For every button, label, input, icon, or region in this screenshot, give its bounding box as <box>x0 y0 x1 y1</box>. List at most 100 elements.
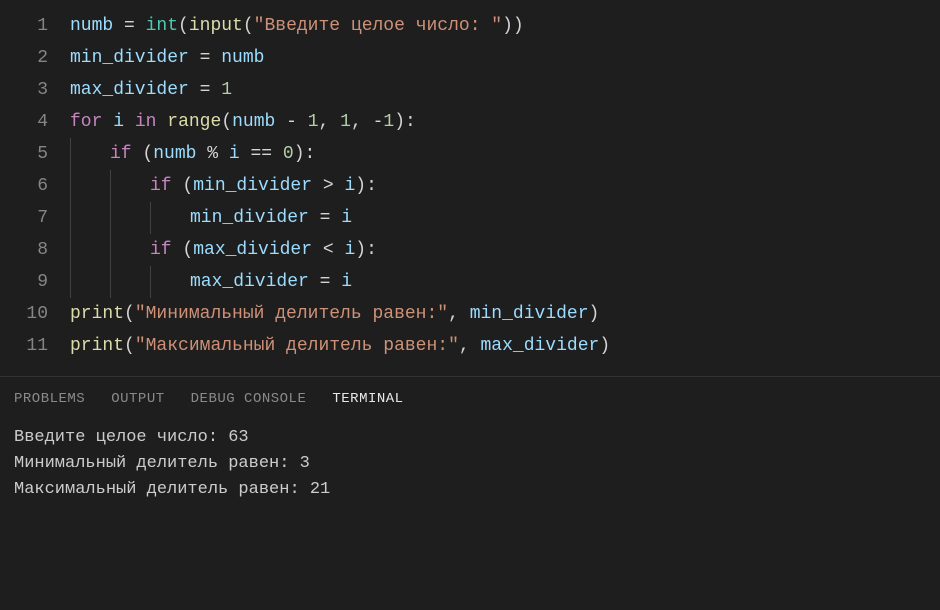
code-token: if <box>110 144 132 164</box>
line-number: 7 <box>0 202 48 234</box>
tab-debug-console[interactable]: DEBUG CONSOLE <box>191 391 307 407</box>
code-line[interactable]: print("Минимальный делитель равен:", min… <box>70 298 940 330</box>
line-number: 11 <box>0 330 48 362</box>
code-token: min_divider <box>470 304 589 324</box>
code-token: , <box>459 336 481 356</box>
indent-guide <box>110 266 111 298</box>
code-token: max_divider <box>190 272 309 292</box>
line-number: 4 <box>0 106 48 138</box>
code-editor[interactable]: 1234567891011 numb = int(input("Введите … <box>0 0 940 362</box>
code-token: i <box>229 144 240 164</box>
terminal-line: Введите целое число: 63 <box>14 425 926 451</box>
code-token: = <box>189 80 221 100</box>
code-token: input <box>189 16 243 36</box>
indent-guide <box>150 266 151 298</box>
code-token: 1 <box>221 80 232 100</box>
indent-guide <box>70 138 71 170</box>
code-token <box>102 112 113 132</box>
code-token: 1 <box>340 112 351 132</box>
code-token: i <box>341 208 352 228</box>
code-token: i <box>113 112 124 132</box>
bottom-panel: PROBLEMS OUTPUT DEBUG CONSOLE TERMINAL В… <box>0 376 940 509</box>
line-number: 1 <box>0 10 48 42</box>
code-token: numb <box>221 48 264 68</box>
code-token: ( <box>243 16 254 36</box>
code-token: - <box>373 112 384 132</box>
code-token: "Минимальный делитель равен:" <box>135 304 448 324</box>
code-line[interactable]: min_divider = numb <box>70 42 940 74</box>
code-token: ( <box>124 304 135 324</box>
code-token: % <box>196 144 228 164</box>
code-token: ): <box>294 144 316 164</box>
code-token: = <box>113 16 145 36</box>
code-token: 0 <box>283 144 294 164</box>
code-token: ) <box>589 304 600 324</box>
indent-guide <box>70 202 71 234</box>
code-line[interactable]: if (max_divider < i): <box>70 234 940 266</box>
code-token <box>156 112 167 132</box>
code-line[interactable]: max_divider = i <box>70 266 940 298</box>
code-token: min_divider <box>193 176 312 196</box>
line-number: 2 <box>0 42 48 74</box>
line-number: 3 <box>0 74 48 106</box>
code-token: )) <box>502 16 524 36</box>
indent-guide <box>70 170 71 202</box>
code-token: ): <box>394 112 416 132</box>
line-number: 10 <box>0 298 48 330</box>
terminal-line: Минимальный делитель равен: 3 <box>14 451 926 477</box>
code-token: < <box>312 240 344 260</box>
indent-guide <box>150 202 151 234</box>
code-line[interactable]: max_divider = 1 <box>70 74 940 106</box>
code-token: print <box>70 336 124 356</box>
terminal-output[interactable]: Введите целое число: 63Минимальный делит… <box>10 419 930 509</box>
indent-guide <box>110 170 111 202</box>
tab-problems[interactable]: PROBLEMS <box>14 391 85 407</box>
indent-guide <box>110 202 111 234</box>
code-token: ): <box>355 240 377 260</box>
code-token: 1 <box>308 112 319 132</box>
code-token: "Максимальный делитель равен:" <box>135 336 459 356</box>
code-token: ): <box>355 176 377 196</box>
code-token: numb <box>232 112 275 132</box>
code-token: min_divider <box>190 208 309 228</box>
terminal-line: Максимальный делитель равен: 21 <box>14 477 926 503</box>
code-token: i <box>344 240 355 260</box>
code-token: ( <box>172 176 194 196</box>
code-token: == <box>240 144 283 164</box>
code-token: = <box>189 48 221 68</box>
code-token: if <box>150 240 172 260</box>
code-token: numb <box>153 144 196 164</box>
code-token: numb <box>70 16 113 36</box>
code-line[interactable]: if (numb % i == 0): <box>70 138 940 170</box>
code-token: range <box>167 112 221 132</box>
code-token: min_divider <box>70 48 189 68</box>
code-line[interactable]: min_divider = i <box>70 202 940 234</box>
code-token: > <box>312 176 344 196</box>
code-token: for <box>70 112 102 132</box>
code-area[interactable]: numb = int(input("Введите целое число: "… <box>70 10 940 362</box>
code-token: ( <box>172 240 194 260</box>
code-token: , <box>319 112 341 132</box>
indent-guide <box>70 234 71 266</box>
tab-output[interactable]: OUTPUT <box>111 391 164 407</box>
code-line[interactable]: for i in range(numb - 1, 1, -1): <box>70 106 940 138</box>
code-token: ( <box>132 144 154 164</box>
code-token: int <box>146 16 178 36</box>
code-token: , <box>351 112 373 132</box>
code-token: in <box>135 112 157 132</box>
code-line[interactable]: if (min_divider > i): <box>70 170 940 202</box>
code-token: "Введите целое число: " <box>254 16 502 36</box>
code-line[interactable]: print("Максимальный делитель равен:", ma… <box>70 330 940 362</box>
line-number: 5 <box>0 138 48 170</box>
code-token: print <box>70 304 124 324</box>
line-number: 6 <box>0 170 48 202</box>
line-number-gutter: 1234567891011 <box>0 10 70 362</box>
code-line[interactable]: numb = int(input("Введите целое число: "… <box>70 10 940 42</box>
code-token: , <box>448 304 470 324</box>
tab-terminal[interactable]: TERMINAL <box>332 391 403 407</box>
code-token: if <box>150 176 172 196</box>
code-token: 1 <box>383 112 394 132</box>
panel-tabs: PROBLEMS OUTPUT DEBUG CONSOLE TERMINAL <box>10 377 930 419</box>
code-token: ( <box>221 112 232 132</box>
code-token: i <box>344 176 355 196</box>
